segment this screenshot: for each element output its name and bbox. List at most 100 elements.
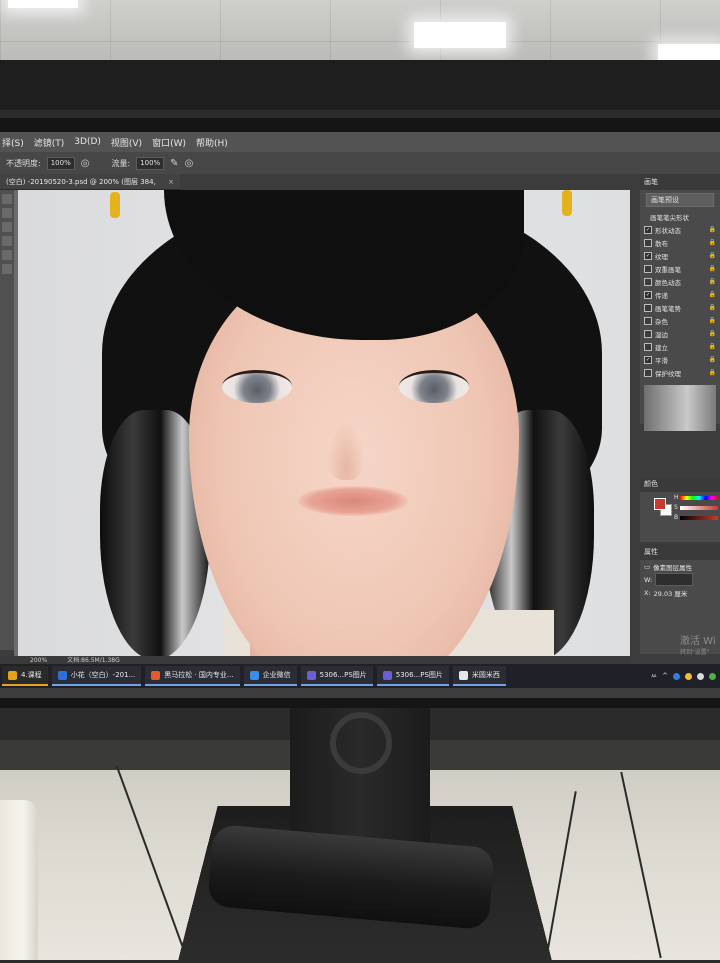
options-bar: 不透明度: 100% ◎ 流量: 100% ✎ ◎	[0, 152, 720, 174]
menu-item[interactable]: 视图(V)	[111, 136, 142, 149]
brush-option-label: 形状动态	[655, 226, 681, 235]
brush-option-row[interactable]: ✓ 平滑 🔒	[640, 353, 720, 366]
brush-option-label: 颜色动态	[655, 278, 681, 287]
hairclip	[562, 190, 572, 216]
brush-option-checkbox[interactable]	[644, 303, 652, 312]
brush-option-label: 杂色	[655, 317, 668, 326]
flow-field[interactable]: 100%	[136, 156, 165, 170]
pressure-opacity-icon[interactable]: ◎	[81, 158, 90, 169]
brush-option-row[interactable]: 保护纹理 🔒	[640, 366, 720, 379]
lock-icon[interactable]: 🔒	[709, 239, 716, 246]
width-label: W:	[644, 575, 653, 584]
tray-icon[interactable]	[673, 672, 680, 680]
brush-option-checkbox[interactable]	[644, 342, 652, 351]
taskbar-item[interactable]: 企业微信	[243, 666, 297, 686]
lock-icon[interactable]: 🔒	[709, 278, 716, 285]
color-panel-tab[interactable]: 颜色	[640, 476, 720, 492]
menu-item[interactable]: 窗口(W)	[152, 136, 186, 149]
taskbar-item-label: 企业微信	[262, 671, 291, 679]
tray-icon[interactable]	[697, 672, 704, 680]
brush-option-row[interactable]: ✓ 形状动态 🔒	[640, 223, 720, 236]
brush-option-row[interactable]: 湿边 🔒	[640, 327, 720, 340]
canvas-scroll-edge	[14, 190, 18, 664]
brush-presets-button[interactable]: 画笔预设	[646, 193, 714, 207]
brush-option-row[interactable]: 画笔笔势 🔒	[640, 301, 720, 314]
brush-panel-tab[interactable]: 画笔	[640, 174, 720, 190]
brush-option-row[interactable]: 散布 🔒	[640, 236, 720, 249]
lock-icon[interactable]: 🔒	[709, 369, 716, 376]
windows-activation-watermark: 激活 Wi 转到"设置"	[680, 632, 716, 656]
brush-option-label: 双重画笔	[655, 265, 681, 274]
color-slider[interactable]	[680, 516, 718, 520]
tool-button[interactable]	[2, 222, 12, 232]
taskbar-item-label: 米圆米西	[471, 671, 500, 679]
tray-icon[interactable]	[685, 672, 692, 680]
color-slider[interactable]	[680, 496, 718, 500]
properties-panel-tab[interactable]: 属性	[640, 544, 720, 560]
lock-icon[interactable]: 🔒	[709, 226, 716, 233]
brush-option-row[interactable]: 建立 🔒	[640, 340, 720, 353]
stand-cable-hole	[330, 712, 392, 774]
document-tab[interactable]: (空白) -20190520-3.psd @ 200% (图层 384, RGB…	[0, 174, 180, 202]
brush-option-checkbox[interactable]: ✓	[644, 290, 652, 299]
brush-option-checkbox[interactable]: ✓	[644, 251, 652, 260]
lock-icon[interactable]: 🔒	[709, 317, 716, 324]
menu-item[interactable]: 帮助(H)	[196, 136, 228, 149]
brush-option-row[interactable]: ✓ 传递 🔒	[640, 288, 720, 301]
tool-button[interactable]	[2, 208, 12, 218]
taskbar-item[interactable]: 5306...PS图片	[300, 666, 373, 686]
tool-button[interactable]	[2, 264, 12, 274]
brush-option-checkbox[interactable]: ✓	[644, 355, 652, 364]
brush-option-row[interactable]: 杂色 🔒	[640, 314, 720, 327]
brush-option-row[interactable]: 双重画笔 🔒	[640, 262, 720, 275]
taskbar-item[interactable]: 米圆米西	[452, 666, 506, 686]
document-canvas[interactable]	[14, 190, 630, 664]
foreground-color-swatch[interactable]	[654, 498, 666, 510]
menu-item[interactable]: 滤镜(T)	[34, 136, 65, 149]
taskbar-item[interactable]: 4.课程	[2, 666, 48, 686]
brush-tip-shape[interactable]: 画笔笔尖形状	[640, 210, 720, 223]
pressure-size-icon[interactable]: ◎	[185, 158, 194, 169]
brush-option-checkbox[interactable]	[644, 264, 652, 273]
x-value[interactable]: 29.03 厘米	[654, 588, 688, 598]
width-field[interactable]	[655, 573, 694, 586]
brush-option-label: 平滑	[655, 356, 668, 365]
ceiling-light	[8, 0, 78, 8]
portrait-nose	[326, 420, 366, 480]
brush-option-checkbox[interactable]	[644, 277, 652, 286]
brush-panel: 画笔 画笔预设 画笔笔尖形状 ✓ 形状动态 🔒 散布 🔒 ✓ 纹理 🔒 双重画笔 🔒 颜色动态 🔒 ✓ 传…	[640, 174, 720, 431]
lock-icon[interactable]: 🔒	[709, 304, 716, 311]
color-slider[interactable]	[680, 506, 718, 510]
lock-icon[interactable]: 🔒	[709, 356, 716, 363]
tray-icon[interactable]	[709, 672, 716, 680]
brush-option-label: 湿边	[655, 330, 668, 339]
tool-button[interactable]	[2, 236, 12, 246]
taskbar-item[interactable]: 5306...PS图片	[376, 666, 449, 686]
taskbar-item[interactable]: 小花（空白）-201...	[51, 666, 142, 686]
opacity-field[interactable]: 100%	[46, 156, 75, 170]
lock-icon[interactable]: 🔒	[709, 252, 716, 259]
brush-option-checkbox[interactable]	[644, 238, 652, 247]
layer-icon: ▭	[644, 562, 651, 571]
close-tab-icon[interactable]: ×	[168, 174, 174, 190]
brush-option-row[interactable]: 颜色动态 🔒	[640, 275, 720, 288]
brush-option-checkbox[interactable]: ✓	[644, 225, 652, 234]
taskbar-item[interactable]: 黑马拉松 · 国内专业...	[145, 666, 240, 686]
brush-option-checkbox[interactable]	[644, 368, 652, 377]
lock-icon[interactable]: 🔒	[709, 265, 716, 272]
menu-item[interactable]: 择(S)	[2, 136, 24, 149]
menu-item[interactable]: 3D(D)	[74, 137, 101, 147]
tray-icon[interactable]: ㅆ	[651, 671, 657, 681]
airbrush-icon[interactable]: ✎	[170, 158, 178, 169]
portrait-lips	[298, 486, 408, 516]
brush-option-checkbox[interactable]	[644, 316, 652, 325]
lock-icon[interactable]: 🔒	[709, 291, 716, 298]
lock-icon[interactable]: 🔒	[709, 330, 716, 337]
brush-option-row[interactable]: ✓ 纹理 🔒	[640, 249, 720, 262]
tool-button[interactable]	[2, 194, 12, 204]
tray-icon[interactable]: ^	[662, 672, 668, 680]
brush-option-checkbox[interactable]	[644, 329, 652, 338]
system-tray: ㅆ ^	[651, 671, 720, 681]
tool-button[interactable]	[2, 250, 12, 260]
lock-icon[interactable]: 🔒	[709, 343, 716, 350]
